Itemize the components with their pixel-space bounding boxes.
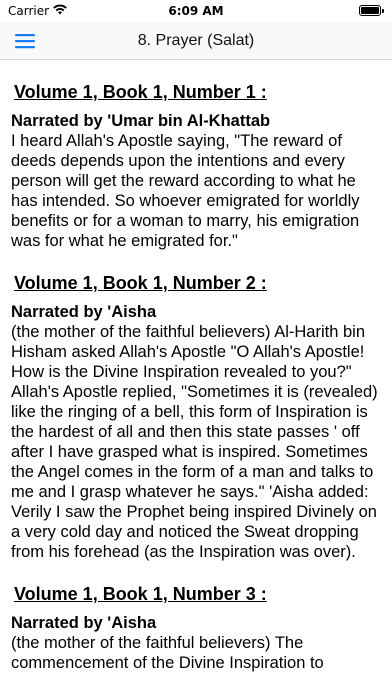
battery-fill (361, 7, 379, 14)
battery-icon (359, 5, 384, 16)
hadith-heading: Volume 1, Book 1, Number 2 : (14, 273, 267, 293)
hadith-item: Volume 1, Book 1, Number 1 : Narrated by… (11, 81, 382, 251)
hadith-narrator: Narrated by 'Aisha (11, 614, 157, 632)
hadith-item: Volume 1, Book 1, Number 2 : Narrated by… (11, 272, 382, 562)
hadith-heading: Volume 1, Book 1, Number 3 : (14, 584, 267, 604)
status-time: 6:09 AM (168, 4, 224, 18)
page-title: 8. Prayer (Salat) (137, 32, 255, 49)
hadith-text: (the mother of the faithful believers) A… (11, 323, 378, 561)
hadith-text: (the mother of the faithful believers) T… (11, 634, 324, 672)
hadith-heading: Volume 1, Book 1, Number 1 : (14, 82, 267, 102)
status-bar: Carrier 6:09 AM (0, 0, 392, 22)
hadith-text: I heard Allah's Apostle saying, "The rew… (11, 132, 360, 250)
hadith-list[interactable]: Volume 1, Book 1, Number 1 : Narrated by… (0, 60, 392, 696)
navigation-bar: 8. Prayer (Salat) (0, 22, 392, 60)
hadith-narrator: Narrated by 'Umar bin Al-Khattab (11, 112, 271, 130)
hadith-narrator: Narrated by 'Aisha (11, 303, 157, 321)
hadith-item: Volume 1, Book 1, Number 3 : Narrated by… (11, 583, 382, 673)
